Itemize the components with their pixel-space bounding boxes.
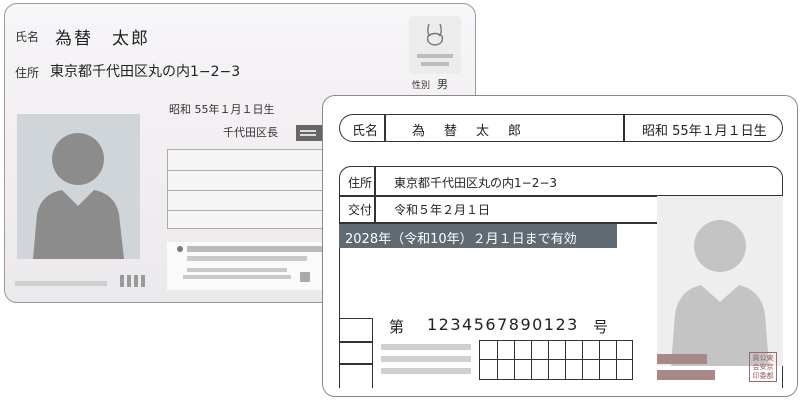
name-label: 氏名 <box>15 30 40 44</box>
license-name-value: 為 替 太 郎 <box>412 124 525 139</box>
seal-line: 会安京 <box>752 363 774 371</box>
placeholder-bar <box>421 62 449 66</box>
issuing-authority: 千代田区長 <box>223 126 278 139</box>
license-photo <box>657 196 783 366</box>
license-number-prefix: 第 <box>389 318 405 336</box>
license-issue-label: 交付 <box>348 203 373 217</box>
placeholder-bar <box>15 281 107 286</box>
seal-stamp <box>296 125 322 141</box>
rabbit-icon <box>426 23 444 46</box>
barcode-icon <box>120 275 146 287</box>
placeholder-bar <box>381 356 471 362</box>
seal-line: 員公東 <box>752 354 774 362</box>
valid-until-bar: 2028年（令和10年）２月１日まで有効 <box>339 224 617 248</box>
license-number-suffix: 号 <box>593 318 609 336</box>
license-address-value: 東京都千代田区丸の内1−2−3 <box>394 176 558 190</box>
placeholder-bar <box>657 354 707 364</box>
address-value: 東京都千代田区丸の内1−2−3 <box>50 64 241 80</box>
license-address-label: 住所 <box>348 176 373 190</box>
category-frame <box>339 318 373 388</box>
license-birth-date: 昭和 55年１月１日生 <box>642 124 767 139</box>
license-issue-value: 令和５年２月１日 <box>394 203 491 217</box>
official-seal: 員公東 会安京 印委都 <box>749 352 777 382</box>
gender-label: 性別 <box>412 81 431 91</box>
address-label: 住所 <box>15 66 40 80</box>
drivers-license-card: 氏名 為 替 太 郎 昭和 55年１月１日生 住所 東京都千代田区丸の内1−2−… <box>322 95 798 397</box>
license-number: 1234567890123 <box>427 315 579 334</box>
gender-value: 男 <box>437 78 448 91</box>
placeholder-bar <box>417 54 453 58</box>
placeholder-bar <box>381 368 471 374</box>
mascot-box <box>409 16 461 74</box>
birth-date: 昭和 55年１月１日生 <box>169 103 275 116</box>
photo <box>17 114 140 259</box>
valid-until-text: 2028年（令和10年）２月１日まで有効 <box>345 232 577 247</box>
placeholder-bar <box>657 370 715 380</box>
placeholder-bar <box>381 344 471 350</box>
person-silhouette-icon <box>671 220 769 366</box>
person-silhouette-icon <box>33 133 124 259</box>
license-name-label: 氏名 <box>352 124 379 139</box>
name-row: 氏名 為 替 太 郎 昭和 55年１月１日生 <box>339 114 783 142</box>
license-grid <box>479 340 633 380</box>
name-value: 為替 太郎 <box>55 29 150 49</box>
seal-line: 印委都 <box>752 372 774 380</box>
